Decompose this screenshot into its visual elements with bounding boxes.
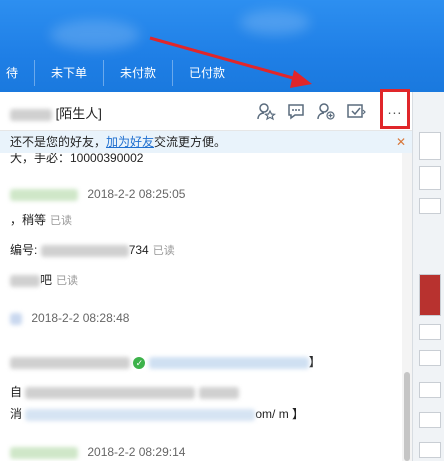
message-header: 2018-2-2 08:28:48: [10, 311, 129, 325]
message-text: 编号:: [10, 243, 38, 257]
friend-notice-bar: 还不是您的好友，加为好友交流更方便。 ✕: [0, 131, 412, 153]
read-status: 已读: [50, 215, 73, 227]
notice-prefix: 还不是您的好友，: [10, 135, 107, 149]
star-contact-icon[interactable]: [256, 101, 276, 121]
message-text: 】: [308, 355, 321, 369]
stranger-tag: [陌生人]: [55, 106, 102, 121]
add-friend-icon[interactable]: [316, 101, 336, 121]
message-text: 吧: [40, 273, 53, 287]
message-timestamp: 2018-2-2 08:29:14: [87, 445, 186, 459]
side-panel-item[interactable]: [419, 382, 441, 398]
blurred-sender-name: [10, 446, 78, 459]
blurred-contact-name: [10, 108, 52, 121]
side-panel-thumbnail[interactable]: [419, 274, 441, 316]
message-header: 2018-2-2 08:29:14: [10, 445, 185, 459]
message-line: 大，手必：10000390002: [10, 153, 143, 166]
blurred-text: [198, 386, 239, 399]
more-icon: ...: [387, 101, 403, 117]
notice-suffix: 交流更方便。: [154, 135, 227, 149]
message-header: 2018-2-2 08:25:05: [10, 187, 185, 201]
add-friend-link[interactable]: 加为好友: [106, 135, 154, 149]
blurred-text: [25, 386, 196, 399]
message-line: ✓ 】: [10, 353, 321, 370]
more-options-button[interactable]: ...: [380, 89, 410, 129]
blurred-text: [10, 356, 130, 369]
message-text: 734: [128, 243, 149, 257]
header-actions: [256, 101, 366, 121]
scrollbar-thumb[interactable]: [404, 372, 410, 461]
message-text: 大，手必：10000390002: [10, 153, 144, 165]
read-status: 已读: [152, 245, 175, 257]
blurred-link: [148, 356, 309, 369]
message-timestamp: 2018-2-2 08:25:05: [87, 187, 186, 201]
blurred-text: [10, 274, 40, 287]
chat-header: [陌生人]: [0, 92, 412, 131]
check-icon: ✓: [133, 356, 146, 369]
blurred-sender-name: [10, 312, 22, 325]
read-status: 已读: [56, 275, 79, 287]
message-line: 消 om/ m 】: [10, 405, 304, 422]
side-panel-item[interactable]: [419, 166, 441, 190]
side-panel-item[interactable]: [419, 198, 441, 214]
side-panel: [412, 92, 444, 461]
contact-name[interactable]: [陌生人]: [10, 103, 102, 122]
side-panel-item[interactable]: [419, 350, 441, 366]
close-icon[interactable]: ✕: [396, 131, 406, 153]
side-panel-item[interactable]: [419, 324, 441, 340]
message-text: 消: [10, 407, 23, 421]
message-timestamp: 2018-2-2 08:28:48: [31, 311, 130, 325]
message-list: 大，手必：10000390002 2018-2-2 08:25:05 ，稍等 已读…: [0, 153, 402, 461]
side-panel-item[interactable]: [419, 412, 441, 428]
message-text: 自: [10, 385, 23, 399]
chat-bubble-icon[interactable]: [286, 101, 306, 121]
blurred-link: [25, 408, 256, 421]
message-line: 编号: 734 已读: [10, 241, 175, 258]
message-line: 自: [10, 383, 239, 400]
message-text: om/ m 】: [255, 407, 305, 421]
blurred-sender-name: [10, 188, 78, 201]
message-text: ，稍等: [10, 213, 47, 227]
send-invite-icon[interactable]: [346, 101, 366, 121]
side-panel-item[interactable]: [419, 132, 441, 160]
blurred-order-number: [40, 244, 129, 257]
side-panel-item[interactable]: [419, 442, 441, 458]
message-line: 吧已读: [10, 271, 78, 288]
message-line: ，稍等 已读: [10, 211, 72, 228]
